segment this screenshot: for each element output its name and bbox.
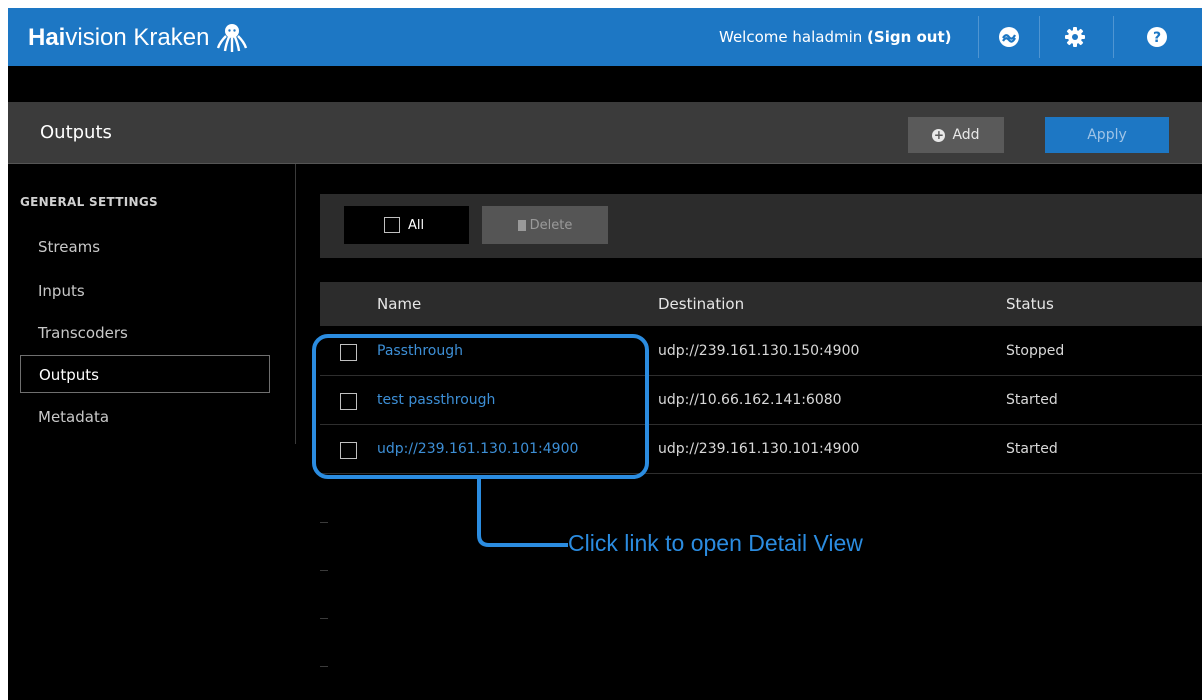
sidebar-section-title: GENERAL SETTINGS <box>20 195 158 209</box>
brand-name-bold: Hai <box>28 24 66 51</box>
row-checkbox[interactable] <box>340 442 357 459</box>
sign-out-link[interactable]: (Sign out) <box>867 28 951 46</box>
apply-button[interactable]: Apply <box>1045 117 1169 153</box>
output-status: Started <box>1006 441 1058 457</box>
output-destination: udp://10.66.162.141:6080 <box>658 392 842 408</box>
sidebar-item-inputs[interactable]: Inputs <box>20 272 270 310</box>
help-button[interactable]: ? <box>1136 16 1178 58</box>
table-row: udp://239.161.130.101:4900 udp://239.161… <box>320 426 1202 474</box>
scroll-marker <box>320 666 328 667</box>
octopus-logo-icon <box>217 24 248 52</box>
welcome-message: Welcome haladmin (Sign out) <box>719 28 951 46</box>
haivision-icon <box>999 27 1019 47</box>
output-name-link[interactable]: Passthrough <box>377 343 463 359</box>
haivision-button[interactable] <box>988 16 1030 58</box>
header-divider <box>978 16 979 58</box>
help-icon: ? <box>1147 27 1167 47</box>
sidebar-item-streams[interactable]: Streams <box>20 228 270 266</box>
output-destination: udp://239.161.130.150:4900 <box>658 343 860 359</box>
column-header-name[interactable]: Name <box>377 295 421 313</box>
settings-button[interactable] <box>1054 16 1096 58</box>
output-status: Started <box>1006 392 1058 408</box>
column-header-destination[interactable]: Destination <box>658 295 744 313</box>
header-divider <box>1039 16 1040 58</box>
page-header: Outputs + Add Apply <box>8 102 1202 164</box>
gear-icon <box>1065 27 1085 47</box>
sidebar-item-metadata[interactable]: Metadata <box>20 398 270 436</box>
output-name-link[interactable]: udp://239.161.130.101:4900 <box>377 441 578 457</box>
add-button[interactable]: + Add <box>908 117 1004 153</box>
row-checkbox[interactable] <box>340 344 357 361</box>
scroll-marker <box>320 570 328 571</box>
sidebar-item-outputs[interactable]: Outputs <box>20 355 270 393</box>
apply-button-label: Apply <box>1087 127 1127 143</box>
scroll-marker <box>320 522 328 523</box>
trash-icon <box>517 219 526 231</box>
output-name-link[interactable]: test passthrough <box>377 392 495 408</box>
table-row: test passthrough udp://10.66.162.141:608… <box>320 377 1202 425</box>
delete-button-label: Delete <box>529 217 573 233</box>
annotation-text: Click link to open Detail View <box>568 530 863 556</box>
output-status: Stopped <box>1006 343 1065 359</box>
table-header: Name Destination Status <box>320 282 1202 326</box>
page-title: Outputs <box>40 122 112 143</box>
scroll-marker <box>320 618 328 619</box>
svg-text:?: ? <box>1153 30 1161 46</box>
sidebar-divider <box>295 164 296 444</box>
plus-icon: + <box>932 127 946 142</box>
column-header-status[interactable]: Status <box>1006 295 1054 313</box>
table-row: Passthrough udp://239.161.130.150:4900 S… <box>320 328 1202 376</box>
select-all-checkbox[interactable] <box>384 217 400 233</box>
sidebar: GENERAL SETTINGS Streams Inputs Transcod… <box>8 164 298 444</box>
select-all-toggle[interactable]: All <box>344 206 469 244</box>
list-toolbar: All Delete <box>320 194 1202 258</box>
header-divider <box>1113 16 1114 58</box>
output-destination: udp://239.161.130.101:4900 <box>658 441 860 457</box>
brand-logo[interactable]: Hai vision Kraken <box>28 22 249 54</box>
delete-button[interactable]: Delete <box>482 206 608 244</box>
row-checkbox[interactable] <box>340 393 357 410</box>
top-header: Hai vision Kraken Welcome haladmin (Sign … <box>8 8 1202 66</box>
welcome-user: Welcome haladmin <box>719 28 863 46</box>
sidebar-item-transcoders[interactable]: Transcoders <box>20 314 270 352</box>
add-button-label: Add <box>952 127 980 143</box>
brand-name-rest: vision Kraken <box>65 24 210 51</box>
select-all-label: All <box>408 217 425 233</box>
